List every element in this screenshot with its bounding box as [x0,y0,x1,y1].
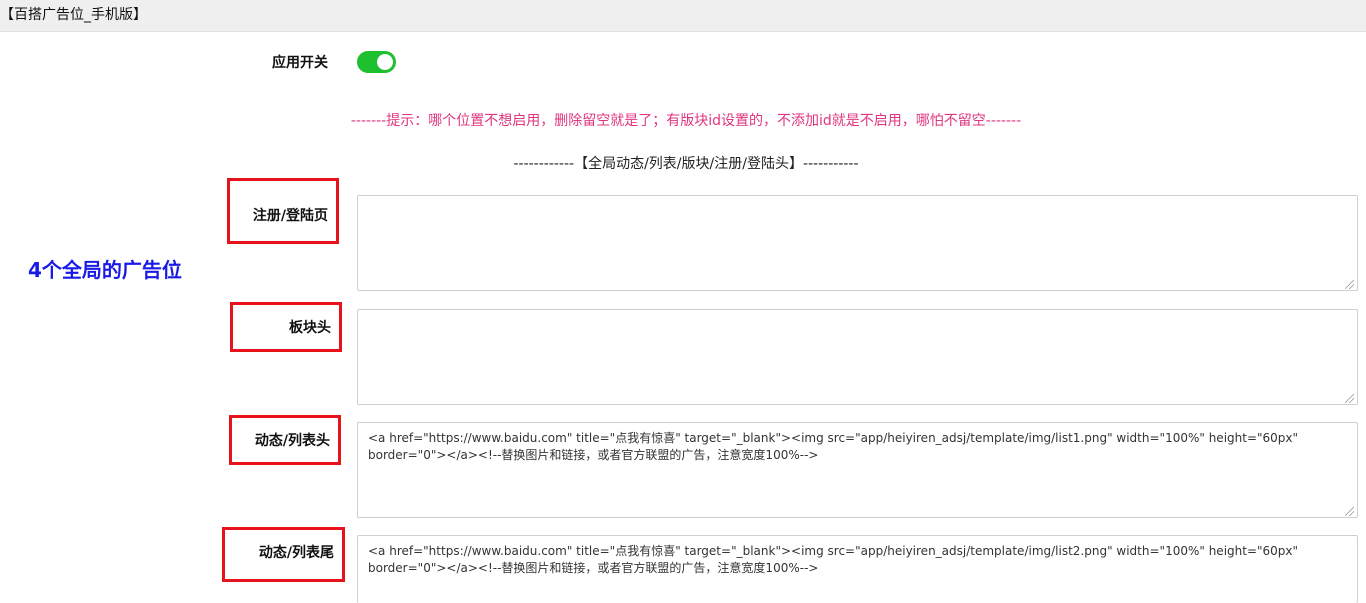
app-switch-toggle[interactable] [357,51,396,73]
field-label-text: 板块头 [289,320,331,336]
app-switch-label: 应用开关 [272,55,328,71]
list-tail-ad-textarea[interactable]: <a href="https://www.baidu.com" title="点… [357,535,1358,603]
field-label-text: 动态/列表尾 [258,545,334,561]
resize-grip-icon[interactable] [1345,507,1354,516]
resize-grip-icon[interactable] [1345,394,1354,403]
field-label-text: 注册/登陆页 [252,208,328,224]
field-label-register-login: 注册/登陆页 [227,178,339,244]
forum-head-ad-textarea[interactable] [357,309,1358,405]
field-label-text: 动态/列表头 [254,433,330,449]
register-login-ad-textarea[interactable] [357,195,1358,291]
window-title: 【百搭广告位_手机版】 [0,0,1366,32]
section-title: ------------【全局动态/列表/版块/注册/登陆头】---------… [513,156,859,172]
toggle-knob [377,54,393,70]
list-head-ad-textarea[interactable]: <a href="https://www.baidu.com" title="点… [357,422,1358,518]
field-label-list-tail: 动态/列表尾 [222,527,345,582]
tip-text: -------提示：哪个位置不想启用，删除留空就是了；有版块id设置的，不添加i… [350,113,1022,129]
field-label-list-head: 动态/列表头 [229,415,341,465]
field-label-forum-head: 板块头 [230,302,342,352]
resize-grip-icon[interactable] [1345,280,1354,289]
side-note-annotation: 4个全局的广告位 [28,258,182,282]
